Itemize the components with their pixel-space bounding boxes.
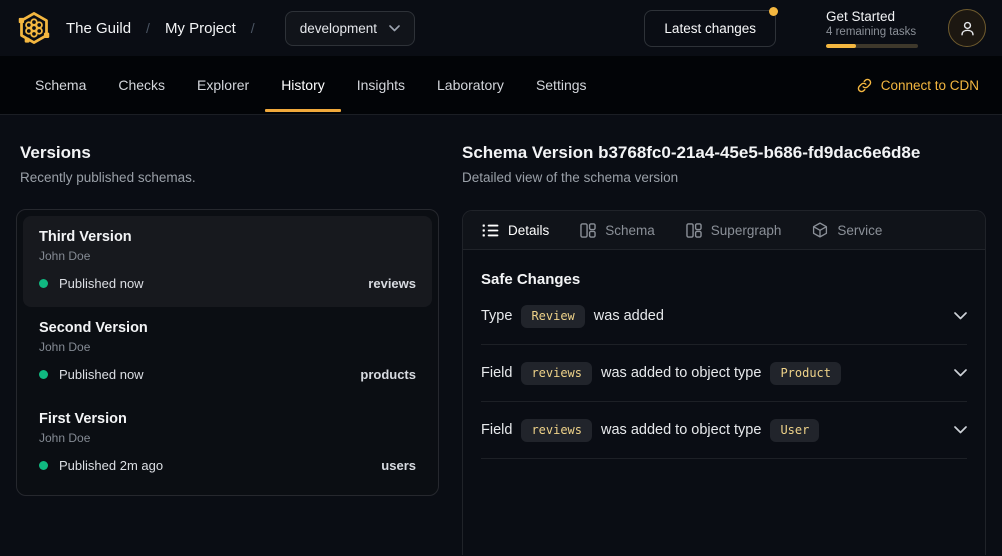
tab-service[interactable]: Service [812,222,882,238]
change-badge: reviews [521,419,592,442]
schema-version-detail-card: Details Schema [462,210,986,555]
published-dot-icon [39,461,48,470]
change-row-field-product[interactable]: Field reviews was added to object type P… [481,345,967,402]
change-text: Field [481,422,512,438]
change-text: was added to object type [601,365,761,381]
columns-icon [686,223,702,238]
schema-version-subtitle: Detailed view of the schema version [462,170,986,185]
main-content: Versions Recently published schemas. Thi… [0,115,1002,555]
change-text: Type [481,308,512,324]
version-title: First Version [39,411,416,427]
versions-subtitle: Recently published schemas. [20,170,455,185]
target-selector[interactable]: development [285,11,415,46]
detail-tab-label: Supergraph [711,223,782,238]
version-service: users [381,458,416,473]
version-item-second[interactable]: Second Version John Doe Published now pr… [23,307,432,398]
version-service: reviews [368,276,416,291]
tab-schema[interactable]: Schema [19,56,102,114]
change-text: was added to object type [601,422,761,438]
version-status: Published now [59,276,144,291]
versions-panel: Versions Recently published schemas. Thi… [0,115,455,555]
tab-schema-view[interactable]: Schema [580,223,655,238]
columns-icon [580,223,596,238]
person-icon [959,20,976,37]
change-row-field-user[interactable]: Field reviews was added to object type U… [481,402,967,459]
schema-version-title: Schema Version b3768fc0-21a4-45e5-b686-f… [462,143,986,163]
versions-title: Versions [20,143,455,163]
list-icon [482,224,499,237]
version-title: Third Version [39,229,416,245]
detail-tab-label: Service [837,223,882,238]
chevron-down-icon [954,312,967,320]
versions-list: Third Version John Doe Published now rev… [16,209,439,496]
link-icon [857,78,872,93]
tab-label: Explorer [197,77,249,93]
change-badge: User [770,419,819,442]
chevron-down-icon [954,369,967,377]
version-item-first[interactable]: First Version John Doe Published 2m ago … [23,398,432,489]
detail-tab-label: Schema [605,223,655,238]
tab-insights[interactable]: Insights [341,56,421,114]
change-badge: Product [770,362,841,385]
change-text: Field [481,365,512,381]
tab-details[interactable]: Details [482,223,549,238]
tab-label: Schema [35,77,86,93]
breadcrumb-project[interactable]: My Project [165,20,236,37]
version-status: Published now [59,367,144,382]
schema-version-panel: Schema Version b3768fc0-21a4-45e5-b686-f… [455,115,1002,555]
tab-history[interactable]: History [265,56,341,114]
get-started-widget[interactable]: Get Started 4 remaining tasks [826,9,918,48]
latest-changes-button[interactable]: Latest changes [644,10,776,47]
chevron-down-icon [954,426,967,434]
version-author: John Doe [39,340,416,354]
breadcrumb-org[interactable]: The Guild [66,20,131,37]
tab-explorer[interactable]: Explorer [181,56,265,114]
detail-tabs: Details Schema [463,211,985,250]
version-author: John Doe [39,249,416,263]
breadcrumb-separator: / [146,20,150,36]
tab-laboratory[interactable]: Laboratory [421,56,520,114]
tab-label: History [281,77,325,93]
tab-settings[interactable]: Settings [520,56,603,114]
change-row-type-review[interactable]: Type Review was added [481,288,967,345]
project-nav: Schema Checks Explorer History Insights … [0,56,1002,115]
change-badge: Review [521,305,584,328]
latest-changes-label: Latest changes [664,21,756,36]
get-started-title: Get Started [826,9,918,24]
version-item-third[interactable]: Third Version John Doe Published now rev… [23,216,432,307]
cube-icon [812,222,828,238]
tab-label: Insights [357,77,405,93]
guild-logo-icon[interactable] [16,10,52,46]
detail-body: Safe Changes Type Review was added Field… [463,250,985,459]
detail-tab-label: Details [508,223,549,238]
tab-label: Checks [118,77,165,93]
version-author: John Doe [39,431,416,445]
chevron-down-icon [389,25,400,32]
connect-to-cdn-link[interactable]: Connect to CDN [853,56,983,114]
version-status: Published 2m ago [59,458,163,473]
progress-fill [826,44,856,48]
topbar: The Guild / My Project / development Lat… [0,0,1002,56]
change-badge: reviews [521,362,592,385]
target-selector-value: development [300,21,377,36]
tab-checks[interactable]: Checks [102,56,181,114]
safe-changes-title: Safe Changes [481,271,967,288]
cdn-link-label: Connect to CDN [881,78,979,93]
breadcrumb: The Guild / My Project / [66,20,270,37]
user-avatar[interactable] [948,9,986,47]
get-started-subtitle: 4 remaining tasks [826,26,918,38]
version-service: products [360,367,416,382]
breadcrumb-separator: / [251,20,255,36]
change-text: was added [594,308,664,324]
tab-label: Settings [536,77,587,93]
published-dot-icon [39,279,48,288]
tab-label: Laboratory [437,77,504,93]
published-dot-icon [39,370,48,379]
get-started-progress-bar [826,44,918,48]
notification-dot [769,7,778,16]
tab-supergraph[interactable]: Supergraph [686,223,782,238]
version-title: Second Version [39,320,416,336]
